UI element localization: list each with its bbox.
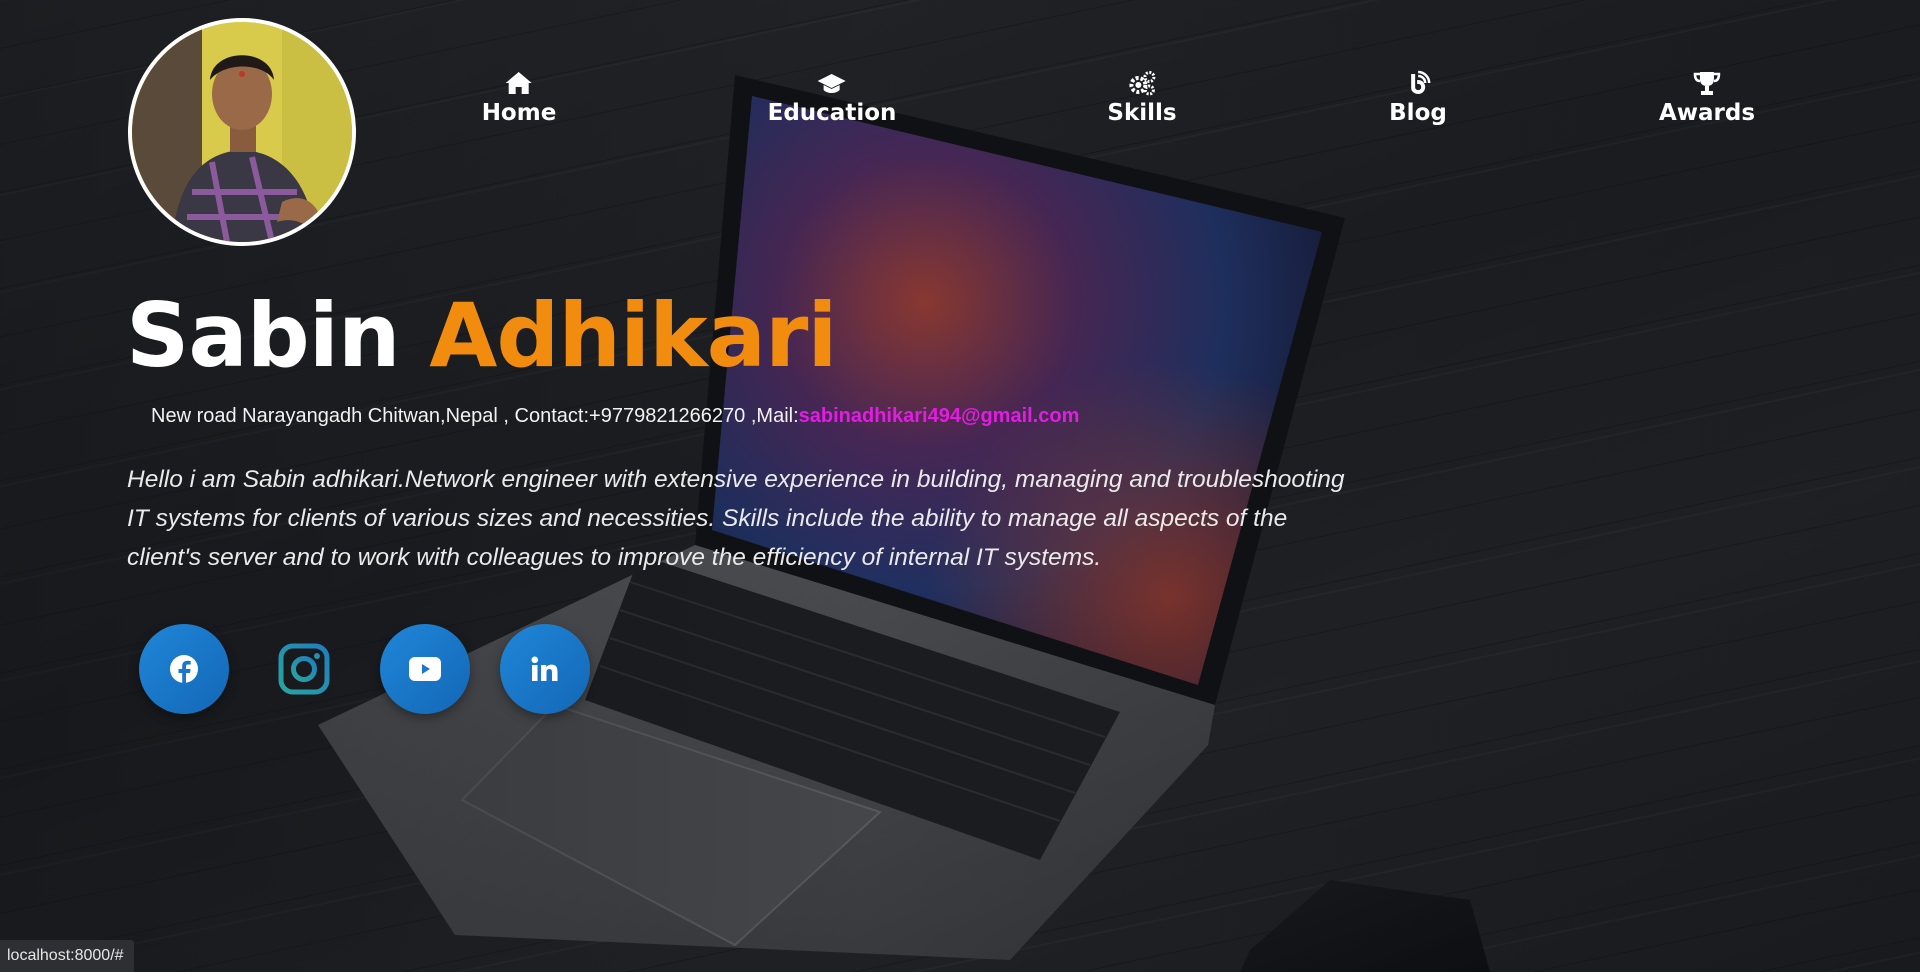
nav-item-awards[interactable]: Awards (1659, 70, 1755, 126)
facebook-icon (170, 655, 198, 683)
linkedin-icon (531, 656, 558, 681)
trophy-icon (1693, 72, 1721, 95)
hero-first-name: Sabin (126, 284, 401, 387)
nav-item-education[interactable]: Education (767, 70, 897, 126)
bio-text: Hello i am Sabin adhikari.Network engine… (127, 466, 1345, 571)
nav-label-skills: Skills (1107, 100, 1177, 126)
nav-label-awards: Awards (1658, 100, 1756, 126)
home-icon (506, 72, 532, 94)
youtube-icon (409, 657, 441, 681)
main-nav: Home Education Skills Blog Awards (0, 70, 1920, 150)
browser-status-bar: localhost:8000/# (0, 940, 134, 972)
nav-label-education: Education (767, 100, 897, 126)
contact-text: New road Narayangadh Chitwan,Nepal , Con… (151, 405, 799, 427)
status-url: localhost:8000/# (7, 947, 124, 964)
nav-label-blog: Blog (1389, 100, 1447, 126)
facebook-button[interactable] (139, 624, 229, 714)
blog-icon (1411, 70, 1431, 94)
graduation-cap-icon (817, 74, 846, 93)
linkedin-button[interactable] (500, 624, 590, 714)
nav-item-home[interactable]: Home (481, 70, 557, 126)
hero-last-name: Adhikari (429, 284, 837, 387)
nav-item-skills[interactable]: Skills (1107, 70, 1177, 126)
hero-name: Sabin Adhikari (126, 292, 838, 380)
youtube-button[interactable] (380, 624, 470, 714)
email-link[interactable]: sabinadhikari494@gmail.com (799, 405, 1080, 427)
nav-item-blog[interactable]: Blog (1389, 70, 1447, 126)
nav-label-home: Home (481, 100, 557, 126)
contact-line: New road Narayangadh Chitwan,Nepal , Con… (151, 405, 1079, 428)
gears-icon (1128, 71, 1155, 96)
instagram-button[interactable] (259, 624, 349, 714)
instagram-icon (278, 643, 330, 695)
